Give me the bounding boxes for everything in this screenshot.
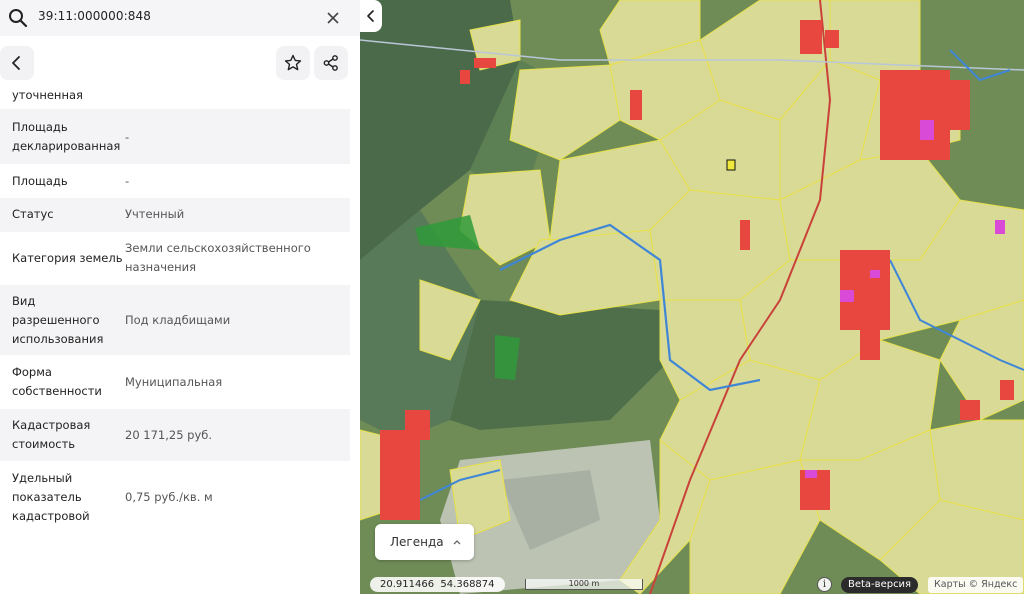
attr-value: - xyxy=(125,174,130,188)
attr-key: Вид разрешенного использования xyxy=(12,294,104,346)
satellite-imagery[interactable] xyxy=(360,0,1024,594)
favorite-button[interactable] xyxy=(276,46,310,80)
attr-key: Удельный показатель кадастровой xyxy=(12,471,90,523)
search-input[interactable]: 39:11:000000:848 xyxy=(38,9,151,23)
attr-row-area-precise: уточненная xyxy=(0,86,350,109)
attr-row-permitted-use: Вид разрешенного использования Под кладб… xyxy=(0,285,350,355)
chevron-up-icon xyxy=(453,540,461,545)
attr-row-land-category: Категория земель Земли сельскохозяйствен… xyxy=(0,232,350,285)
attr-value: 0,75 руб./кв. м xyxy=(125,490,213,504)
info-icon[interactable]: i xyxy=(817,577,832,592)
attr-row-cadastral-cost: Кадастровая стоимость 20 171,25 руб. xyxy=(0,409,350,461)
search-bar[interactable]: 39:11:000000:848 xyxy=(0,0,360,36)
attr-row-area-declared: Площадь декларированная - xyxy=(0,109,350,164)
attr-value: - xyxy=(125,129,130,144)
map-view[interactable]: Легенда 20.911466 54.368874 1000 m i Bet… xyxy=(360,0,1024,594)
attr-row-ownership: Форма собственности Муниципальная xyxy=(0,355,350,409)
attr-value: 20 171,25 руб. xyxy=(125,427,213,442)
close-icon[interactable] xyxy=(324,9,342,27)
attr-key: Кадастровая стоимость xyxy=(12,418,91,451)
share-icon xyxy=(323,55,338,71)
attr-value: Под кладбищами xyxy=(125,313,231,327)
beta-badge: Beta-версия xyxy=(841,577,919,593)
search-icon[interactable] xyxy=(8,8,28,28)
selected-parcel[interactable] xyxy=(726,159,736,171)
chevron-left-icon xyxy=(367,10,374,22)
map-attribution[interactable]: Карты © Яндекс xyxy=(928,577,1024,593)
legend-label: Легенда xyxy=(390,535,444,549)
back-button[interactable] xyxy=(0,46,34,80)
panel-toolbar xyxy=(0,46,360,80)
attribute-list: уточненная Площадь декларированная - Пло… xyxy=(0,86,350,534)
scale-bar: 1000 m xyxy=(525,579,643,590)
attr-key: Категория земель xyxy=(12,250,123,265)
attr-key: Статус xyxy=(12,207,54,221)
legend-button[interactable]: Легенда xyxy=(375,524,474,560)
attr-value: Учтенный xyxy=(125,207,185,221)
attr-row-status: Статус Учтенный xyxy=(0,198,350,232)
attr-key: Площадь xyxy=(12,174,68,188)
collapse-panel-button[interactable] xyxy=(360,0,382,32)
attr-value: Земли сельскохозяйственного назначения xyxy=(125,241,311,274)
info-panel: 39:11:000000:848 уточненная Площадь декл… xyxy=(0,0,360,594)
coordinates-readout: 20.911466 54.368874 xyxy=(370,577,505,592)
attr-row-specific-rate: Удельный показатель кадастровой 0,75 руб… xyxy=(0,461,350,534)
attr-value: Муниципальная xyxy=(125,374,223,389)
star-icon xyxy=(284,54,302,71)
attr-key: Площадь декларированная xyxy=(12,120,121,153)
attr-key: уточненная xyxy=(12,88,83,102)
attr-row-area: Площадь - xyxy=(0,164,350,198)
chevron-left-icon xyxy=(12,56,20,70)
attr-key: Форма собственности xyxy=(12,365,102,398)
share-button[interactable] xyxy=(314,46,348,80)
